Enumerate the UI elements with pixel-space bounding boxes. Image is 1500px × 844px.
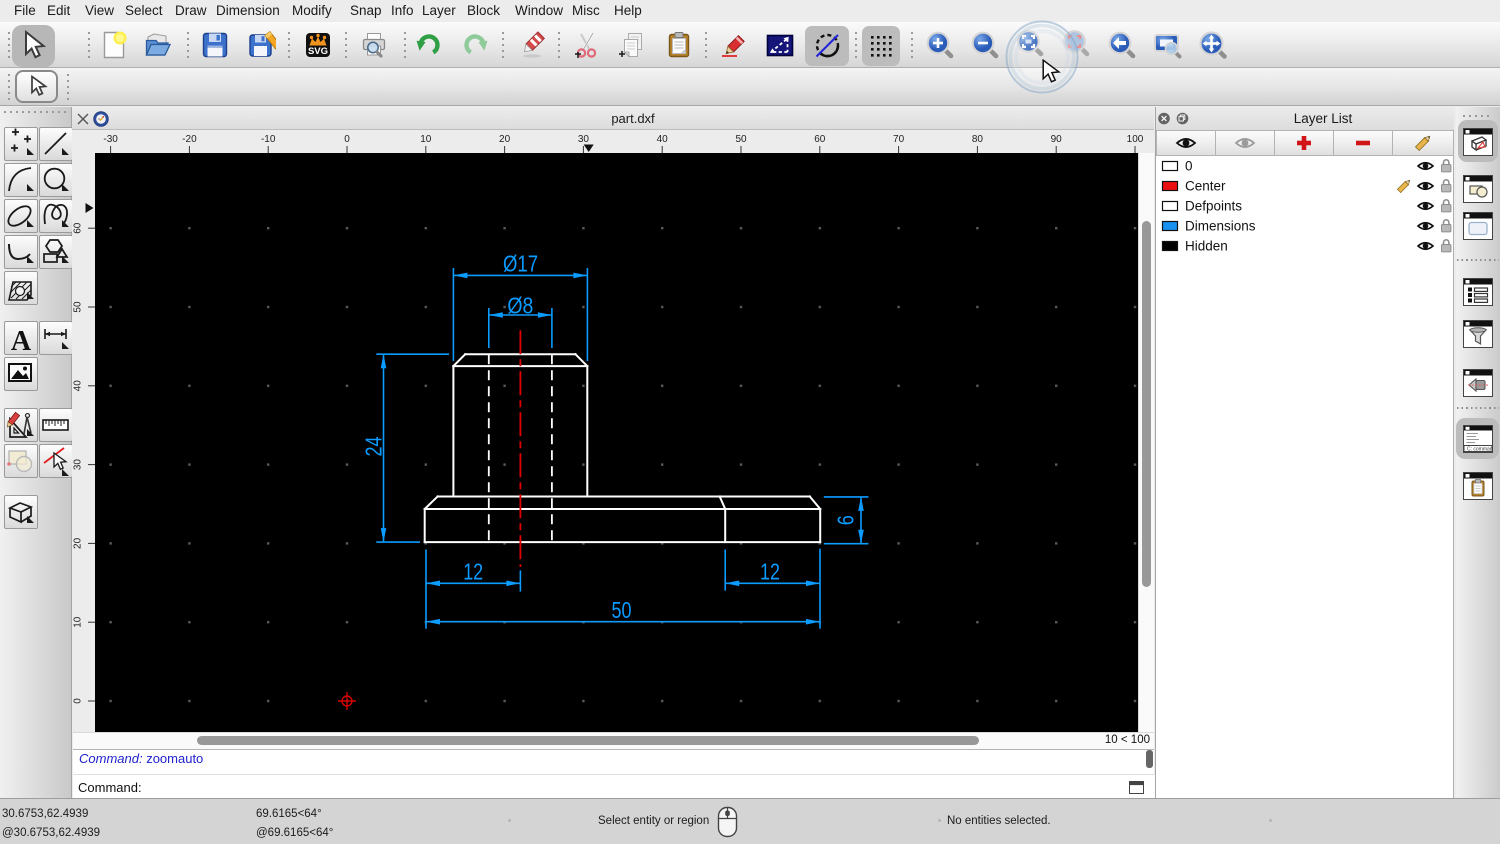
svg-text:-30: -30 <box>103 134 118 145</box>
svg-text:Dimensions: Dimensions <box>1185 219 1256 234</box>
svg-text:Hidden: Hidden <box>1185 239 1228 254</box>
svg-text:50: 50 <box>735 134 747 145</box>
svg-text:Center: Center <box>1185 179 1226 194</box>
svg-text:50: 50 <box>73 301 84 313</box>
svg-text:A: A <box>11 326 32 357</box>
svg-text:C: command: C: command <box>1467 447 1493 453</box>
svg-text:part.dxf: part.dxf <box>611 111 655 126</box>
svg-text:70: 70 <box>893 134 905 145</box>
svg-text:60: 60 <box>814 134 826 145</box>
svg-text:6: 6 <box>833 515 859 525</box>
svg-text:Defpoints: Defpoints <box>1185 199 1242 214</box>
svg-text:-10: -10 <box>261 134 276 145</box>
svg-text:10: 10 <box>420 134 432 145</box>
svg-text:Ø8: Ø8 <box>507 293 533 319</box>
svg-text:80: 80 <box>972 134 984 145</box>
svg-text:-20: -20 <box>182 134 197 145</box>
svg-text:60: 60 <box>73 222 84 234</box>
svg-text:Layer List: Layer List <box>1294 111 1353 126</box>
svg-text:20: 20 <box>499 134 511 145</box>
svg-text:100: 100 <box>1127 134 1144 145</box>
svg-text:20: 20 <box>73 537 84 549</box>
svg-text:0: 0 <box>344 134 350 145</box>
svg-text:10: 10 <box>73 616 84 628</box>
svg-text:40: 40 <box>657 134 669 145</box>
svg-text:12: 12 <box>760 558 780 584</box>
svg-text:24: 24 <box>361 436 387 456</box>
svg-text:0: 0 <box>73 698 84 704</box>
svg-text:40: 40 <box>73 380 84 392</box>
svg-text:SVG: SVG <box>308 46 328 57</box>
svg-text:0: 0 <box>1185 159 1193 174</box>
svg-text:30: 30 <box>578 134 590 145</box>
svg-text:90: 90 <box>1051 134 1063 145</box>
svg-text:Ø17: Ø17 <box>503 251 538 277</box>
svg-text:50: 50 <box>612 597 632 623</box>
svg-text:12: 12 <box>463 558 483 584</box>
svg-text:30: 30 <box>73 459 84 471</box>
